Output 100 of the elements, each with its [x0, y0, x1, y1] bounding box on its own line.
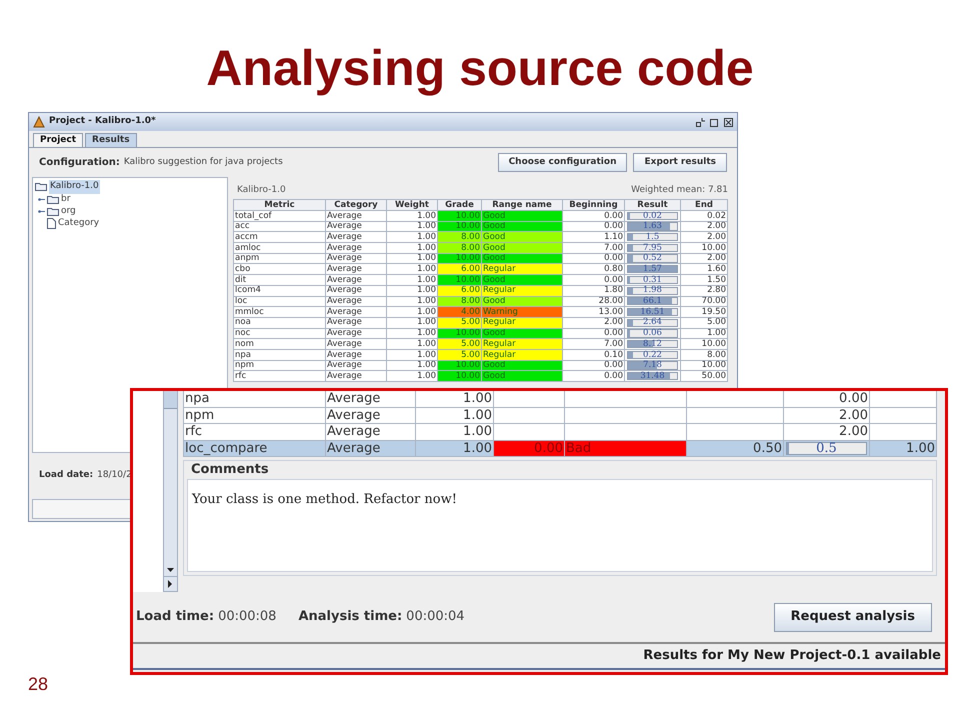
table-cell: 5.00 [438, 339, 482, 350]
result-value: 66.1 [643, 297, 662, 306]
table-cell: 1.00 [387, 286, 438, 296]
table-cell: Average [326, 360, 387, 372]
table-cell: Average [326, 424, 416, 440]
column-header[interactable]: Beginning [563, 200, 625, 211]
expand-handle-icon[interactable] [38, 209, 45, 214]
table-cell: 10.00 [438, 222, 482, 232]
table-cell: npm [234, 360, 326, 372]
table-cell: npa [234, 350, 326, 361]
table-cell [870, 408, 937, 424]
tree-item[interactable]: org [61, 204, 76, 218]
table-cell: Warning [482, 307, 563, 318]
table-cell: 6.00 [438, 264, 482, 276]
comments-field[interactable]: Your class is one method. Refactor now! [187, 479, 933, 572]
table-cell: 10.00 [438, 371, 482, 382]
table-cell: Regular [482, 318, 563, 329]
table-cell: 0.02 [681, 211, 728, 222]
table-cell: noa [234, 318, 326, 329]
table-cell: 7.00 [563, 339, 625, 350]
table-cell: Good [482, 360, 563, 372]
column-header[interactable]: Grade [438, 200, 482, 211]
table-cell: loc [234, 296, 326, 308]
table-cell: 10.00 [681, 339, 728, 350]
column-header[interactable]: Result [625, 200, 681, 211]
table-cell [494, 391, 565, 408]
table-cell: 2.80 [681, 286, 728, 296]
expand-handle-icon[interactable] [38, 197, 45, 202]
column-header[interactable]: Range name [482, 200, 563, 211]
table-cell [494, 408, 565, 424]
load-time-label: Load time: [136, 608, 214, 626]
minimize-icon[interactable] [696, 118, 705, 126]
tab[interactable]: Project [33, 133, 84, 147]
table-cell [870, 424, 937, 440]
table-cell: 1.00 [387, 275, 438, 286]
table-cell: Regular [482, 264, 563, 276]
toolbar-button[interactable]: Choose configuration [498, 153, 628, 172]
analysis-time-value: 00:00:04 [406, 608, 465, 626]
table-cell: dit [234, 275, 326, 286]
comments-title: Comments [190, 461, 270, 479]
column-header[interactable]: Category [326, 200, 387, 211]
table-cell: npa [184, 391, 326, 408]
configuration-value: Kalibro suggestion for java projects [124, 156, 283, 169]
column-header[interactable]: Weight [387, 200, 438, 211]
table-cell: 0.10 [563, 350, 625, 361]
table-cell [494, 424, 565, 440]
file-icon [47, 218, 56, 229]
table-cell: 1.10 [563, 232, 625, 244]
table-cell: Regular [482, 350, 563, 361]
table-cell: mmloc [234, 307, 326, 318]
table-cell: Bad [565, 440, 687, 457]
tab[interactable]: Results [85, 133, 137, 147]
toolbar-button[interactable]: Export results [633, 153, 727, 172]
table-cell: 1.00 [387, 222, 438, 232]
table-cell: Average [326, 339, 387, 350]
table-cell: 1.80 [563, 286, 625, 296]
table-cell: Good [482, 232, 563, 244]
tree-item[interactable]: br [61, 192, 70, 206]
tree-item[interactable]: Kalibro-1.0 [49, 180, 100, 194]
table-cell: 1.00 [387, 350, 438, 361]
table-cell: Average [326, 275, 387, 286]
scroll-thumb[interactable] [164, 391, 177, 409]
load-date-label: Load date: [39, 469, 94, 482]
table-cell: 2.00 [784, 408, 870, 424]
close-icon[interactable] [724, 118, 733, 126]
maximize-icon[interactable] [710, 118, 719, 126]
table-cell: Average [326, 318, 387, 329]
table-cell: 5.00 [438, 350, 482, 361]
table-cell: Average [326, 350, 387, 361]
table-cell: 1.00 [387, 254, 438, 264]
table-cell: 0.00 [563, 371, 625, 382]
load-date-value: 18/10/2 [97, 469, 132, 482]
scrollbar[interactable] [163, 391, 178, 576]
table-cell: Average [326, 222, 387, 232]
column-header[interactable]: End [681, 200, 728, 211]
column-header[interactable]: Metric [234, 200, 326, 211]
table-cell: 8.00 [681, 350, 728, 361]
table-cell: Good [482, 371, 563, 382]
table-cell: 4.00 [438, 307, 482, 318]
table-cell: Average [326, 286, 387, 296]
result-value: 1.98 [643, 286, 662, 295]
table-cell: anpm [234, 254, 326, 264]
table-cell: Average [326, 243, 387, 254]
table-cell: 10.00 [438, 360, 482, 372]
table-cell: Good [482, 243, 563, 254]
table-cell: 28.00 [563, 296, 625, 308]
result-value: 1.57 [643, 265, 662, 274]
tree-item[interactable]: Category [58, 216, 100, 230]
scroll-right-icon[interactable] [163, 576, 178, 592]
table-cell: Good [482, 275, 563, 286]
table-cell: Good [482, 296, 563, 308]
result-value: 31.48 [640, 372, 665, 380]
table-cell: 1.50 [681, 275, 728, 286]
table-cell: lcom4 [234, 286, 326, 296]
table-cell: nom [234, 339, 326, 350]
table-cell: total_cof [234, 211, 326, 222]
table-cell: 0.00 [494, 440, 565, 457]
table-cell: acc [234, 222, 326, 232]
request-analysis-button[interactable]: Request analysis [774, 602, 932, 632]
table-cell: Average [326, 254, 387, 264]
